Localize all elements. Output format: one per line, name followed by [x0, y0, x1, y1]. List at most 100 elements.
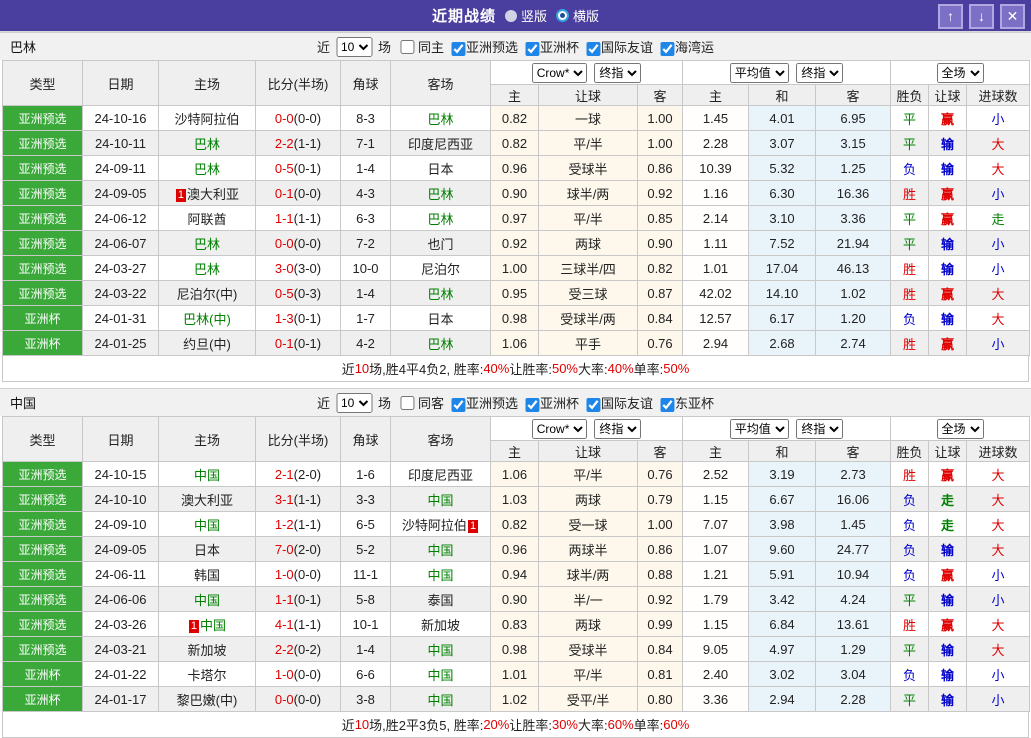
close-button[interactable]: ✕ [1000, 4, 1025, 29]
avg-draw-odds-cell: 2.68 [748, 330, 817, 356]
fulltime-score: 3-1 [274, 491, 294, 507]
result-handicap-cell: 赢 [928, 105, 968, 131]
sub-header-wdl: 胜负 [890, 84, 930, 106]
result-handicap-cell: 输 [928, 686, 968, 712]
avg-away-odds-cell: 2.73 [815, 461, 892, 487]
result-goals-cell: 大 [966, 461, 1031, 487]
competition-filter: 亚洲预选 [447, 37, 518, 56]
competition-label: 亚洲杯 [540, 396, 580, 411]
avg-away-odds-cell: 1.25 [815, 155, 892, 181]
home-team-name: 黎巴嫩(中) [176, 692, 238, 708]
result-handicap-cell: 赢 [928, 611, 968, 637]
average-select[interactable]: 平均值 [729, 62, 789, 83]
competition-checkbox[interactable] [525, 41, 540, 56]
match-date-cell: 24-01-31 [82, 305, 159, 331]
move-up-button[interactable]: ↑ [938, 4, 963, 29]
avg-draw-odds-cell: 3.98 [748, 511, 817, 537]
odds-stage-select[interactable]: 终指 [594, 418, 642, 439]
crow-home-odds-cell: 0.96 [490, 536, 539, 562]
crow-away-odds-cell: 0.92 [636, 586, 684, 612]
layout-radio-vertical[interactable]: 竖版 [504, 6, 547, 25]
away-team-name: 印度尼西亚 [407, 467, 473, 483]
competition-checkbox[interactable] [586, 397, 601, 412]
crow-away-odds-cell: 0.80 [636, 686, 684, 712]
result-goals-cell: 小 [966, 661, 1031, 687]
table-header-group-row: 类型 日期 主场 比分(半场) 角球 客场 Crow* 终指 平均值 终指 全场 [2, 60, 1031, 106]
competition-checkbox[interactable] [525, 397, 540, 412]
corners-cell: 7-2 [340, 230, 391, 256]
halftime-score: (0-1) [293, 160, 322, 176]
crow-home-odds-cell: 0.82 [490, 105, 539, 131]
crow-home-odds-cell: 1.06 [490, 330, 539, 356]
away-team-cell: 中国 [390, 536, 491, 562]
same-venue-checkbox[interactable] [399, 395, 414, 410]
corners-cell: 6-3 [340, 205, 391, 231]
result-wdl-cell: 负 [890, 155, 930, 181]
crow-home-odds-cell: 0.82 [490, 511, 539, 537]
home-team-name: 巴林 [193, 236, 220, 252]
sub-header-avg-draw: 和 [748, 440, 817, 462]
competition-checkbox[interactable] [450, 397, 465, 412]
result-wdl-cell: 负 [890, 486, 930, 512]
recent-suffix-label: 场 [377, 396, 391, 411]
competition-type-cell: 亚洲杯 [2, 661, 83, 687]
crow-away-odds-cell: 0.86 [636, 536, 684, 562]
sections-root: 巴林 近 10 场 同主 亚洲预选 亚洲杯 国际友谊 海湾运 类型 日期 主场 … [0, 32, 1031, 738]
crow-handicap-cell: 受球半/两 [538, 305, 638, 331]
home-team-name: 澳大利亚 [187, 186, 240, 202]
crow-home-odds-cell: 1.02 [490, 686, 539, 712]
period-select[interactable]: 全场 [936, 62, 984, 83]
result-goals-cell: 大 [966, 511, 1031, 537]
result-wdl-cell: 平 [890, 686, 930, 712]
odds-stage-select-2[interactable]: 终指 [796, 62, 844, 83]
match-date-cell: 24-06-06 [82, 586, 159, 612]
bookmaker-select[interactable]: Crow* [531, 62, 587, 83]
sub-header-handicap: 让球 [928, 440, 968, 462]
match-row: 亚洲预选 24-09-05 1 澳大利亚 0-1(0-0) 4-3 巴林 0.90… [2, 180, 1031, 206]
avg-away-odds-cell: 1.02 [815, 280, 892, 306]
away-team-cell: 巴林 [390, 330, 491, 356]
avg-draw-odds-cell: 6.17 [748, 305, 817, 331]
away-team-name: 中国 [427, 567, 454, 583]
result-goals-cell: 小 [966, 586, 1031, 612]
recent-count-select[interactable]: 10 [335, 392, 372, 413]
avg-draw-odds-cell: 6.67 [748, 486, 817, 512]
move-down-button[interactable]: ↓ [969, 4, 994, 29]
avg-draw-odds-cell: 4.01 [748, 105, 817, 131]
average-select[interactable]: 平均值 [729, 418, 789, 439]
halftime-score: (0-0) [293, 691, 322, 707]
result-goals-cell: 大 [966, 280, 1031, 306]
result-goals-cell: 小 [966, 561, 1031, 587]
competition-type-cell: 亚洲预选 [2, 611, 83, 637]
fulltime-score: 3-0 [274, 260, 294, 276]
corners-cell: 1-7 [340, 305, 391, 331]
crow-home-odds-cell: 0.97 [490, 205, 539, 231]
odds-stage-select-2[interactable]: 终指 [796, 418, 844, 439]
result-wdl-cell: 胜 [890, 330, 930, 356]
fulltime-score: 2-2 [274, 641, 294, 657]
avg-draw-odds-cell: 3.42 [748, 586, 817, 612]
away-team-name: 中国 [427, 492, 454, 508]
layout-radio-horizontal[interactable]: 横版 [556, 6, 599, 25]
radio-selected-icon[interactable] [556, 9, 569, 22]
corners-cell: 10-1 [340, 611, 391, 637]
sub-header-crow-away: 客 [636, 440, 684, 462]
competition-checkbox[interactable] [660, 397, 675, 412]
match-row: 亚洲预选 24-03-22 尼泊尔(中) 0-5(0-3) 1-4 巴林 0.9… [2, 280, 1031, 306]
match-date-cell: 24-03-21 [82, 636, 159, 662]
bookmaker-select[interactable]: Crow* [531, 418, 587, 439]
competition-checkbox[interactable] [660, 41, 675, 56]
match-date-cell: 24-10-11 [82, 130, 159, 156]
same-venue-checkbox[interactable] [399, 39, 414, 54]
competition-type-cell: 亚洲预选 [2, 636, 83, 662]
period-select[interactable]: 全场 [936, 418, 984, 439]
competition-checkbox[interactable] [450, 41, 465, 56]
corners-cell: 8-3 [340, 105, 391, 131]
result-handicap-cell: 输 [928, 255, 968, 281]
fulltime-score: 0-5 [274, 285, 294, 301]
recent-count-select[interactable]: 10 [335, 36, 372, 57]
result-handicap-cell: 走 [928, 511, 968, 537]
competition-checkbox[interactable] [586, 41, 601, 56]
radio-unselected-icon[interactable] [504, 9, 517, 22]
odds-stage-select[interactable]: 终指 [594, 62, 642, 83]
